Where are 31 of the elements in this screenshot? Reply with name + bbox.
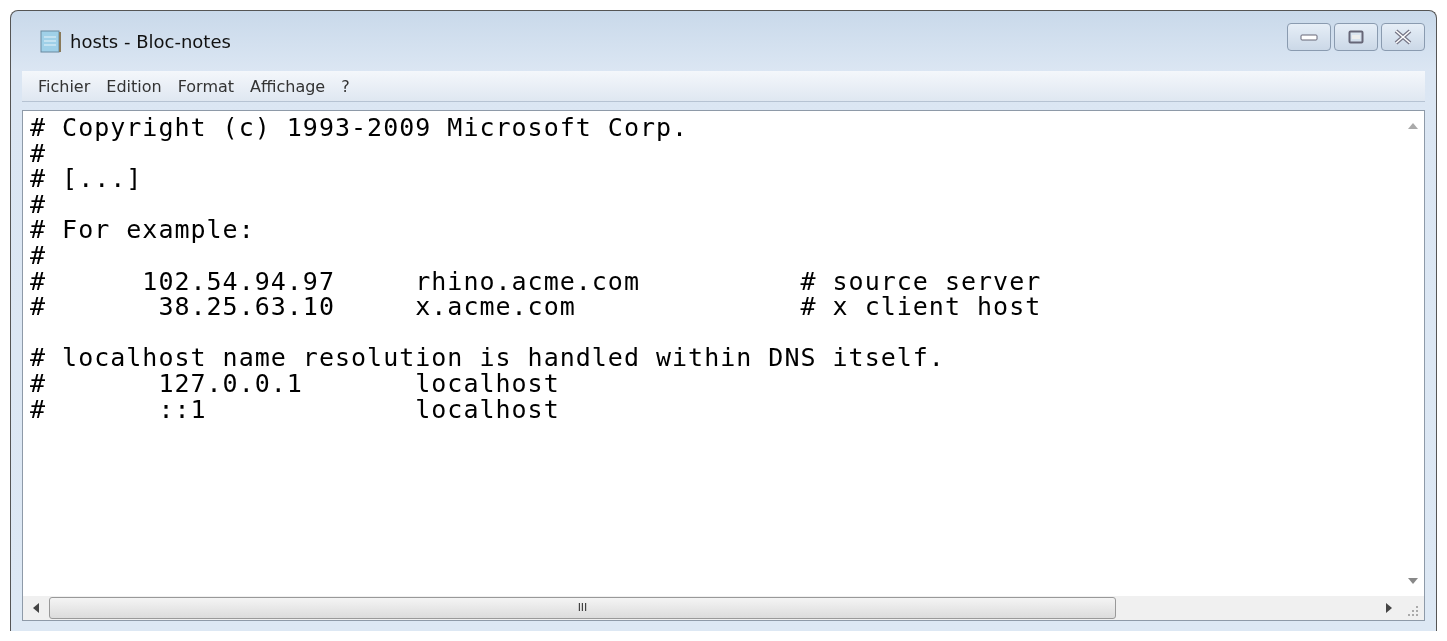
scroll-right-icon[interactable] [1386,603,1392,613]
text-line: # localhost name resolution is handled within DNS itself. [30,345,946,371]
text-line: # 38.25.63.10 x.acme.com # x client host [30,294,1043,320]
text-line: # For example: [30,217,256,243]
menu-item[interactable]: Edition [98,76,170,96]
minimize-button[interactable] [1287,23,1331,51]
text-line: # [30,191,48,218]
scroll-down-icon[interactable] [1408,578,1418,584]
scroll-left-icon[interactable] [33,603,39,613]
text-line: # 127.0.0.1 localhost [30,370,561,397]
text-line: # ::1 localhost [30,396,561,423]
close-icon [1393,29,1413,45]
menu-item[interactable]: Format [169,76,243,96]
scroll-thumb[interactable]: III [49,597,1116,619]
resize-grip-icon[interactable] [1408,606,1418,616]
minimize-icon [1299,32,1319,42]
window-title: hosts - Bloc-notes [70,30,231,52]
menu-item[interactable]: Affichage [242,76,334,96]
text-line: # 102.54.94.97 rhino.acme.com # source server [30,268,1043,295]
horizontal-scrollbar[interactable]: III [23,596,1402,620]
menu-item[interactable]: Fichier [30,76,99,96]
notepad-icon [40,29,62,53]
text-line: # [30,242,48,269]
text-line: # [30,140,48,167]
text-line: # Copyright (c) 1993-2009 Microsoft Corp. [30,115,690,141]
maximize-button[interactable] [1334,23,1378,51]
menu-item[interactable]: ? [333,76,358,96]
text-line: # [...] [30,166,144,192]
close-button[interactable] [1381,23,1425,51]
maximize-icon [1348,30,1364,44]
scroll-up-icon[interactable] [1408,123,1418,129]
